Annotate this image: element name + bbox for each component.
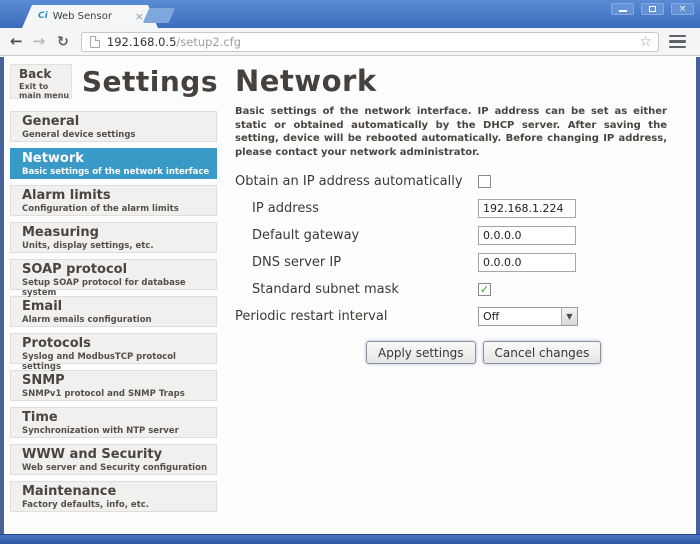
minimize-button[interactable] [611,3,634,15]
dns-server-label: DNS server IP [235,255,478,270]
dhcp-checkbox[interactable] [478,175,491,188]
sidebar-item-subtitle: SNMPv1 protocol and SNMP Traps [22,389,216,399]
tab-title: Web Sensor [53,11,131,22]
page-title: Network [235,64,675,98]
address-bar[interactable]: 192.168.0.5 /setup2.cfg ☆ [81,32,659,52]
sidebar-item-subtitle: General device settings [22,130,216,140]
ip-address-field[interactable] [478,199,576,218]
sidebar-item-time[interactable]: Time Synchronization with NTP server [10,407,217,438]
sidebar-item-subtitle: Alarm emails configuration [22,315,216,325]
sidebar-item-subtitle: Syslog and ModbusTCP protocol settings [22,352,216,372]
url-host: 192.168.0.5 [107,35,177,49]
sidebar-item-label: Network [22,151,216,167]
browser-toolbar: ← → ↻ 192.168.0.5 /setup2.cfg ☆ [0,28,700,56]
form-row-restart-interval: Periodic restart interval Off ▼ [235,303,675,330]
browser-window: Ci Web Sensor × × ← → ↻ 192.168.0.5 /set… [0,0,700,544]
sidebar-item-general[interactable]: General General device settings [10,111,217,142]
default-gateway-label: Default gateway [235,228,478,243]
form-row-default-gateway: Default gateway [235,222,675,249]
sidebar-item-label: Measuring [22,225,216,241]
close-button[interactable]: × [671,3,694,15]
web-page: Back Exit to main menu Settings General … [0,57,700,534]
back-nav-icon[interactable]: ← [10,34,23,49]
page-document-icon [90,36,100,48]
apply-settings-button[interactable]: Apply settings [366,341,476,364]
restart-interval-label: Periodic restart interval [235,309,478,324]
maximize-icon [649,6,656,12]
network-form: Obtain an IP address automatically IP ad… [235,168,675,364]
sidebar-item-subtitle: Setup SOAP protocol for database system [22,278,216,298]
maximize-button[interactable] [641,3,664,15]
default-gateway-field[interactable] [478,226,576,245]
sidebar-item-label: Alarm limits [22,188,216,204]
dns-server-field[interactable] [478,253,576,272]
sidebar-item-soap-protocol[interactable]: SOAP protocol Setup SOAP protocol for da… [10,259,217,290]
settings-sidebar: Back Exit to main menu Settings General … [10,64,218,518]
sidebar-item-label: Maintenance [22,484,216,500]
sidebar-item-email[interactable]: Email Alarm emails configuration [10,296,217,327]
browser-titlebar: Ci Web Sensor × × [0,0,700,28]
sidebar-item-measuring[interactable]: Measuring Units, display settings, etc. [10,222,217,253]
sidebar-item-protocols[interactable]: Protocols Syslog and ModbusTCP protocol … [10,333,217,364]
subnet-mask-label: Standard subnet mask [235,282,478,297]
sidebar-header: Back Exit to main menu Settings [10,64,218,99]
window-controls: × [611,3,694,15]
sidebar-item-subtitle: Web server and Security configuration [22,463,216,473]
network-settings-panel: Network Basic settings of the network in… [235,64,675,364]
form-actions: Apply settings Cancel changes [366,341,675,364]
browser-menu-icon[interactable] [669,35,686,49]
ip-address-label: IP address [235,201,478,216]
sidebar-item-subtitle: Basic settings of the network interface [22,167,216,177]
sidebar-item-subtitle: Configuration of the alarm limits [22,204,216,214]
sidebar-item-subtitle: Factory defaults, info, etc. [22,500,216,510]
back-subtitle: Exit to main menu [19,82,71,100]
subnet-mask-checkbox[interactable]: ✓ [478,283,491,296]
sidebar-item-label: SNMP [22,373,216,389]
new-tab-button[interactable] [143,8,176,23]
form-row-dhcp: Obtain an IP address automatically [235,168,675,195]
tab-favicon-icon: Ci [38,12,48,21]
form-row-subnet-mask: Standard subnet mask ✓ [235,276,675,303]
sidebar-item-label: SOAP protocol [22,262,216,278]
settings-page-title: Settings [82,65,218,98]
sidebar-item-maintenance[interactable]: Maintenance Factory defaults, info, etc. [10,481,217,512]
sidebar-item-label: Protocols [22,336,216,352]
page-description: Basic settings of the network interface.… [235,105,667,159]
chevron-down-icon: ▼ [561,308,577,325]
restart-interval-select[interactable]: Off ▼ [478,307,578,326]
sidebar-item-subtitle: Units, display settings, etc. [22,241,216,251]
back-label: Back [19,68,71,82]
sidebar-item-label: General [22,114,216,130]
sidebar-item-subtitle: Synchronization with NTP server [22,426,216,436]
sidebar-item-label: WWW and Security [22,447,216,463]
sidebar-item-network[interactable]: Network Basic settings of the network in… [10,148,217,179]
sidebar-item-label: Email [22,299,216,315]
window-bottom-frame [0,534,700,544]
cancel-changes-button[interactable]: Cancel changes [483,341,602,364]
sidebar-item-snmp[interactable]: SNMP SNMPv1 protocol and SNMP Traps [10,370,217,401]
sidebar-item-label: Time [22,410,216,426]
sidebar-item-www-and-security[interactable]: WWW and Security Web server and Security… [10,444,217,475]
restart-interval-value: Off [479,310,561,323]
minimize-icon [619,10,627,12]
browser-tab[interactable]: Ci Web Sensor × [22,5,158,28]
bookmark-star-icon[interactable]: ☆ [639,34,652,50]
sidebar-item-alarm-limits[interactable]: Alarm limits Configuration of the alarm … [10,185,217,216]
close-icon: × [679,5,687,14]
form-row-dns-server: DNS server IP [235,249,675,276]
back-button[interactable]: Back Exit to main menu [10,64,72,99]
forward-nav-icon[interactable]: → [33,34,46,49]
reload-icon[interactable]: ↻ [57,35,69,49]
dhcp-label: Obtain an IP address automatically [235,174,478,189]
url-path: /setup2.cfg [176,35,639,49]
form-row-ip-address: IP address [235,195,675,222]
